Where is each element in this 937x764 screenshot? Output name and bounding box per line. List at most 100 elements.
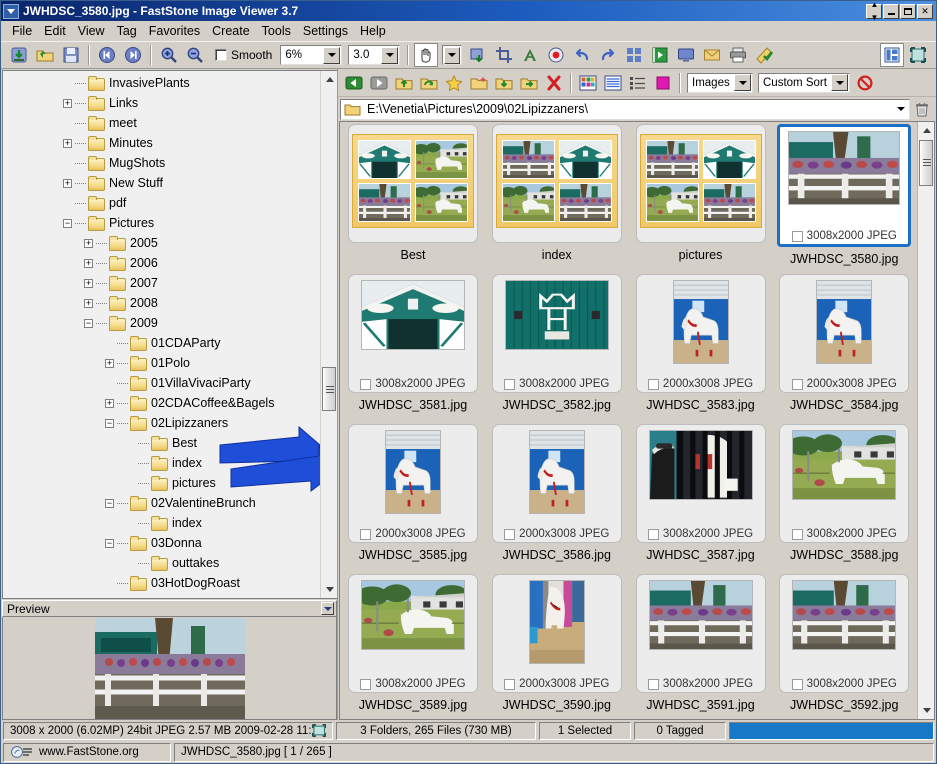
thumbnail-checkbox[interactable]: [360, 528, 372, 540]
wand-icon[interactable]: [752, 43, 776, 67]
image-thumbnail-cell[interactable]: 2000x3008 JPEG JWHDSC_3586.jpg: [488, 424, 626, 574]
image-thumbnail-cell[interactable]: 3008x2000 JPEG JWHDSC_3587.jpg: [632, 424, 770, 574]
tree-item-2009[interactable]: − 2009: [3, 313, 320, 333]
image-thumbnail-cell[interactable]: 2000x3008 JPEG JWHDSC_3583.jpg: [632, 274, 770, 424]
expand-icon[interactable]: +: [63, 178, 72, 188]
tree-item-new-stuff[interactable]: + New Stuff: [3, 173, 320, 193]
scroll-up-arrow[interactable]: [918, 122, 934, 139]
fit-screen-icon[interactable]: [311, 724, 326, 737]
tree-scroll-thumb[interactable]: [322, 367, 336, 411]
list-view-icon[interactable]: [601, 71, 625, 95]
thumbnail-checkbox[interactable]: [504, 378, 516, 390]
thumbnail-checkbox[interactable]: [647, 528, 659, 540]
tree-item-pdf[interactable]: pdf: [3, 193, 320, 213]
thumbnail-frame[interactable]: 3008x2000 JPEG: [348, 274, 478, 393]
tree-item-03hotdogroast[interactable]: 03HotDogRoast: [3, 573, 320, 593]
collapse-icon[interactable]: [321, 602, 334, 615]
email-icon[interactable]: [700, 43, 724, 67]
thumbnail-frame[interactable]: 3008x2000 JPEG: [779, 424, 910, 543]
menu-settings[interactable]: Settings: [297, 22, 354, 40]
filter-combo[interactable]: Images: [687, 72, 753, 93]
redo-icon[interactable]: [596, 43, 620, 67]
menu-view[interactable]: View: [72, 22, 111, 40]
tree-item-best[interactable]: Best: [3, 433, 320, 453]
thumbnail-checkbox[interactable]: [791, 528, 803, 540]
print-icon[interactable]: [726, 43, 750, 67]
favorite-star-icon[interactable]: [442, 71, 466, 95]
tree-item-pictures[interactable]: − Pictures: [3, 213, 320, 233]
tree-item-2005[interactable]: +2005: [3, 233, 320, 253]
thumbnail-checkbox[interactable]: [791, 378, 803, 390]
no-entry-icon[interactable]: [853, 71, 877, 95]
thumbnail-frame[interactable]: 2000x3008 JPEG: [348, 424, 478, 543]
layout-toggle-icon[interactable]: [880, 43, 904, 67]
chevron-down-icon[interactable]: [831, 74, 848, 91]
move-to-icon[interactable]: [517, 71, 541, 95]
close-button[interactable]: ✕: [917, 3, 933, 19]
tree-item-invasiveplants[interactable]: InvasivePlants: [3, 73, 320, 93]
chevron-down-icon[interactable]: [444, 46, 461, 64]
image-thumbnail-cell[interactable]: 3008x2000 JPEG JWHDSC_3580.jpg: [775, 124, 913, 274]
minimize-button[interactable]: [883, 3, 899, 19]
sort-combo[interactable]: Custom Sort: [758, 72, 850, 93]
detail-view-icon[interactable]: [626, 71, 650, 95]
collapse-icon[interactable]: −: [84, 318, 93, 328]
thumbnail-checkbox[interactable]: [791, 678, 803, 690]
thumbnail-checkbox[interactable]: [647, 378, 659, 390]
smooth-checkbox[interactable]: [215, 49, 227, 61]
thumbnail-grid[interactable]: Best index pictures 3008x2000 JPEG JWHDSC_35…: [340, 122, 917, 719]
rollup-button[interactable]: ▲ ▼: [866, 0, 882, 22]
chevron-down-icon[interactable]: [734, 74, 751, 91]
address-field[interactable]: E:\Venetia\Pictures\2009\02Lipizzaners\: [340, 98, 910, 120]
thumbnail-view-icon[interactable]: [576, 71, 600, 95]
window-menu-icon[interactable]: [3, 3, 19, 19]
copy-to-icon[interactable]: [492, 71, 516, 95]
preview-image-area[interactable]: [2, 617, 337, 720]
save-icon[interactable]: [59, 43, 83, 67]
pan-dropdown-icon[interactable]: [442, 45, 463, 65]
refresh-icon[interactable]: [417, 71, 441, 95]
image-thumbnail-cell[interactable]: 2000x3008 JPEG JWHDSC_3584.jpg: [775, 274, 913, 424]
tree-item-index[interactable]: index: [3, 453, 320, 473]
menu-favorites[interactable]: Favorites: [143, 22, 206, 40]
tree-item-outtakes[interactable]: outtakes: [3, 553, 320, 573]
menu-file[interactable]: File: [6, 22, 38, 40]
red-eye-icon[interactable]: [544, 43, 568, 67]
thumbnail-frame[interactable]: 3008x2000 JPEG: [348, 574, 478, 693]
collapse-icon[interactable]: −: [105, 538, 114, 548]
expand-icon[interactable]: +: [63, 98, 72, 108]
open-folder-icon[interactable]: [33, 43, 57, 67]
thumbnail-scrollbar[interactable]: [917, 122, 934, 719]
gamma-combo[interactable]: 3.0: [348, 45, 401, 65]
folder-thumbnail-cell[interactable]: Best: [344, 124, 482, 274]
zoom-in-icon[interactable]: [157, 43, 181, 67]
thumbnail-checkbox[interactable]: [360, 678, 372, 690]
thumbnail-frame[interactable]: [635, 124, 766, 243]
image-thumbnail-cell[interactable]: 3008x2000 JPEG JWHDSC_3581.jpg: [344, 274, 482, 424]
next-image-icon[interactable]: [121, 43, 145, 67]
thumbnail-frame[interactable]: 2000x3008 JPEG: [491, 424, 622, 543]
tree-item-2007[interactable]: +2007: [3, 273, 320, 293]
image-thumbnail-cell[interactable]: 2000x3008 JPEG JWHDSC_3585.jpg: [344, 424, 482, 574]
thumbnail-scroll-thumb[interactable]: [919, 140, 933, 186]
new-folder-icon[interactable]: [467, 71, 491, 95]
zoom-out-icon[interactable]: [183, 43, 207, 67]
tree-item-2008[interactable]: +2008: [3, 293, 320, 313]
thumbnail-checkbox[interactable]: [647, 678, 659, 690]
tree-item-meet[interactable]: meet: [3, 113, 320, 133]
scroll-up-arrow[interactable]: [321, 71, 337, 88]
smooth-checkbox-group[interactable]: Smooth: [215, 48, 272, 62]
thumbnail-checkbox[interactable]: [504, 528, 516, 540]
fullscreen-icon[interactable]: [906, 43, 930, 67]
screen-icon[interactable]: [674, 43, 698, 67]
tree-item-02cdacoffee-bagels[interactable]: +02CDACoffee&Bagels: [3, 393, 320, 413]
delete-icon[interactable]: [542, 71, 566, 95]
menu-tag[interactable]: Tag: [111, 22, 143, 40]
thumbnail-frame[interactable]: 2000x3008 JPEG: [635, 274, 766, 393]
scroll-down-arrow[interactable]: [918, 702, 934, 719]
tree-item-01villavivaciparty[interactable]: 01VillaVivaciParty: [3, 373, 320, 393]
image-thumbnail-cell[interactable]: 2000x3008 JPEG JWHDSC_3590.jpg: [488, 574, 626, 719]
tree-item-02lipizzaners[interactable]: − 02Lipizzaners: [3, 413, 320, 433]
maximize-button[interactable]: [900, 3, 916, 19]
tree-item-links[interactable]: + Links: [3, 93, 320, 113]
